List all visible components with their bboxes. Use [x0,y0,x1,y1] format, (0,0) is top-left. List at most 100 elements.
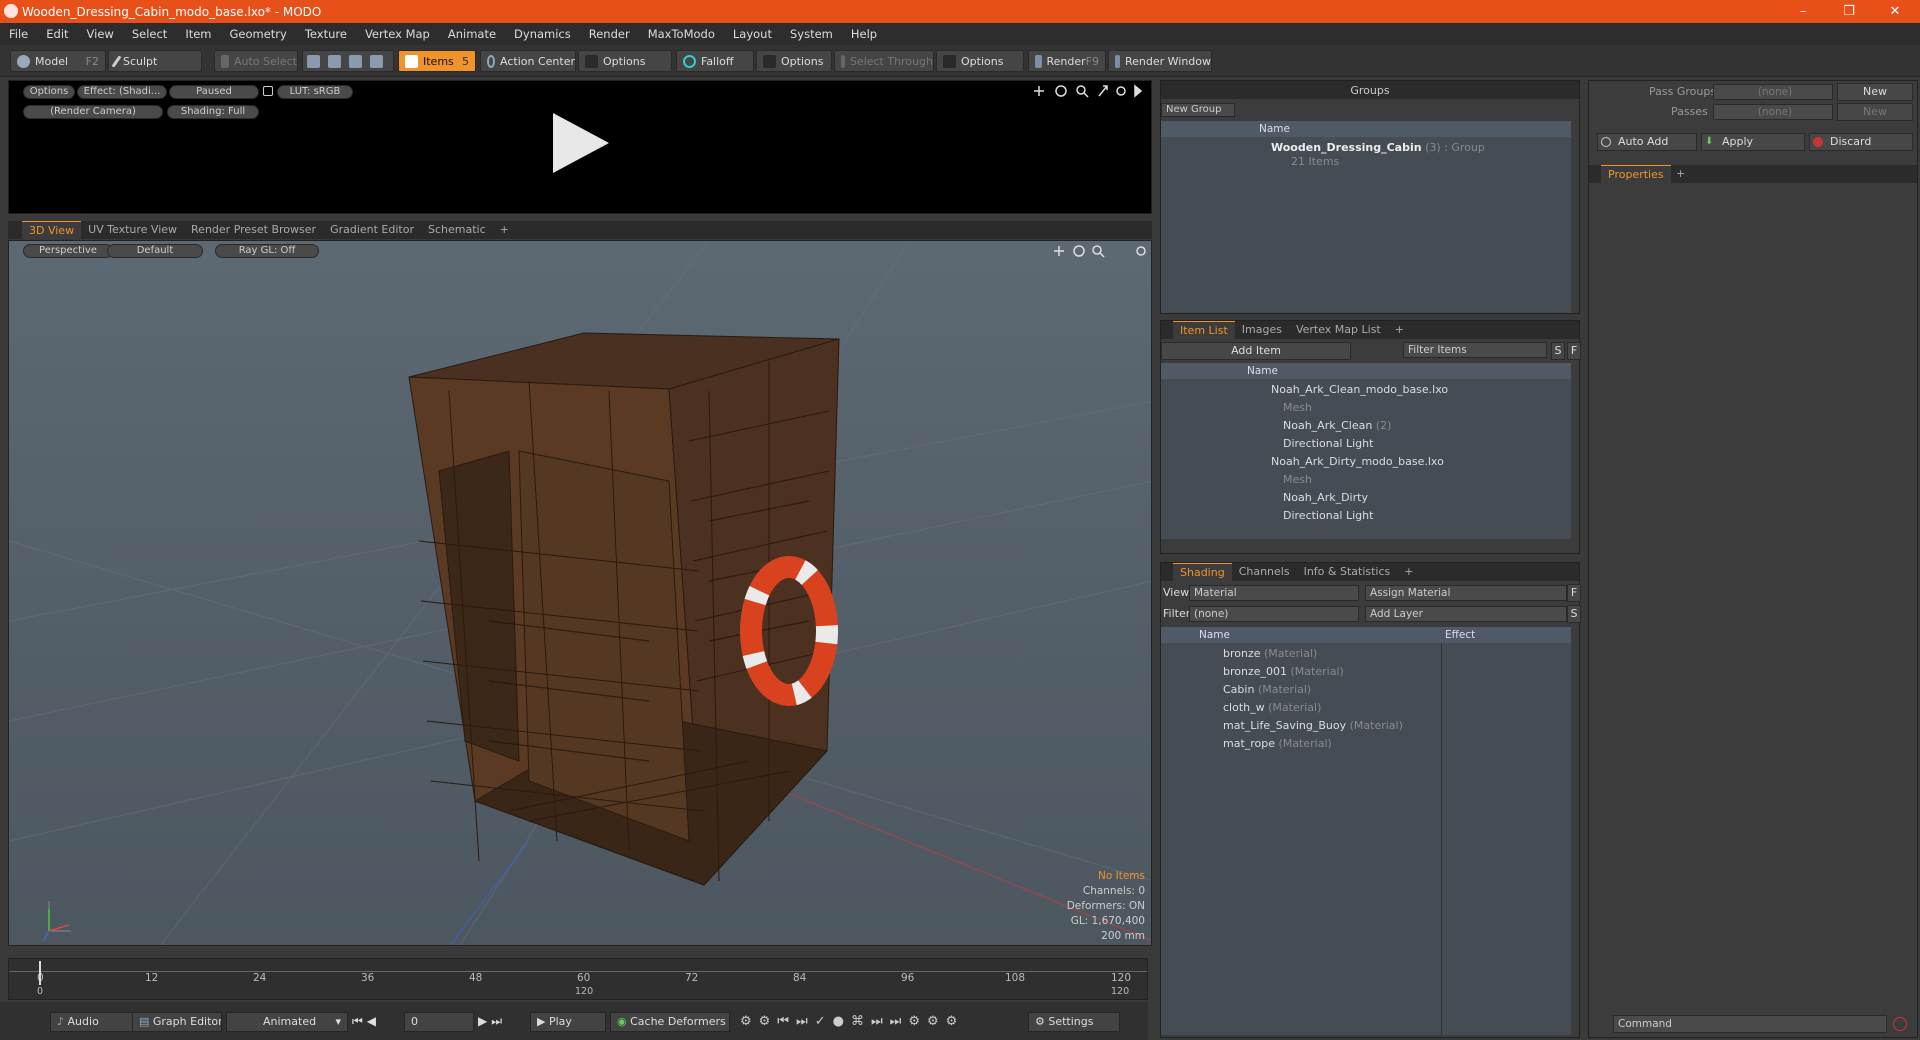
view-dropdown[interactable]: Material [1189,585,1359,601]
frame-nav-back[interactable]: ⏮◀ [352,1014,380,1029]
tab-images[interactable]: Images [1235,321,1289,339]
passes-dropdown[interactable]: (none) [1713,104,1833,120]
falloff-button[interactable]: Falloff [676,50,754,72]
menu-edit[interactable]: Edit [37,27,77,41]
auto-add-button[interactable]: Auto Add [1597,133,1697,151]
frame-field[interactable]: 0 [404,1012,474,1032]
gear-icon[interactable] [1116,86,1126,96]
add-layer-dropdown[interactable]: Add Layer [1365,606,1567,622]
discard-button[interactable]: Discard [1809,133,1913,151]
assign-material-button[interactable]: Assign Material [1365,585,1567,601]
pass-groups-dropdown[interactable]: (none) [1713,84,1833,100]
frame-nav-forward[interactable]: ▶⏭ [478,1014,506,1029]
command-input[interactable]: Command [1613,1015,1887,1033]
menu-item[interactable]: Item [176,27,220,41]
render-preview[interactable]: Options Effect: (Shadi... Paused LUT: sR… [8,80,1152,214]
preview-options-button[interactable]: Options [23,85,75,99]
falloff-options-button[interactable]: Options [756,50,832,72]
shader-row[interactable]: bronze (Material) [1223,645,1317,663]
filter-dropdown[interactable]: (none) [1189,606,1359,622]
add-tab-button[interactable]: + [1388,321,1411,339]
item-row[interactable]: Noah_Ark_Dirty_modo_base.lxo [1271,453,1444,471]
move-icon[interactable] [1034,86,1044,96]
item-row[interactable]: Noah_Ark_Clean_modo_base.lxo [1271,381,1448,399]
item-row[interactable]: Noah_Ark_Clean (2) [1283,417,1391,435]
lut-dropdown[interactable]: LUT: sRGB [277,85,353,99]
edge-mode-icon[interactable] [328,54,341,68]
menu-animate[interactable]: Animate [439,27,505,41]
maximize-icon[interactable] [1098,85,1108,97]
menu-system[interactable]: System [781,27,842,41]
add-tab-button[interactable]: + [1669,165,1692,183]
add-tab-button[interactable]: + [1397,563,1420,581]
zoom-icon[interactable] [1076,85,1086,95]
tab-uv-texture-view[interactable]: UV Texture View [81,221,184,239]
material-mode-icon[interactable] [370,54,383,68]
animated-dropdown[interactable]: Animated ▾ [226,1012,348,1032]
render-window-button[interactable]: Render Window [1108,50,1212,72]
item-row[interactable]: Mesh [1283,399,1312,417]
items-mode-button[interactable]: Items 5 [398,50,476,72]
apply-button[interactable]: Apply [1701,133,1805,151]
shader-row[interactable]: cloth_w (Material) [1223,699,1321,717]
item-row[interactable]: Mesh [1283,471,1312,489]
auto-select-button[interactable]: Auto Select [214,50,298,72]
new-group-button[interactable]: New Group [1161,103,1235,117]
action-center-options-button[interactable]: Options [578,50,672,72]
shader-row[interactable]: mat_rope (Material) [1223,735,1332,753]
polygon-mode-icon[interactable] [349,54,362,68]
shader-row[interactable]: mat_Life_Saving_Buoy (Material) [1223,717,1403,735]
menu-geometry[interactable]: Geometry [221,27,296,41]
close-button[interactable]: ✕ [1872,0,1918,23]
shader-row[interactable]: Cabin (Material) [1223,681,1311,699]
sculpt-mode-button[interactable]: Sculpt [108,50,202,72]
select-through-button[interactable]: Select Through [834,50,934,72]
shader-row[interactable]: bronze_001 (Material) [1223,663,1344,681]
add-item-dropdown[interactable]: Add Item [1161,342,1351,360]
model-mode-button[interactable]: Model F2 [10,50,106,72]
command-stop-icon[interactable] [1893,1017,1907,1031]
menu-maxtomodo[interactable]: MaxToModo [639,27,724,41]
restore-button[interactable]: ❐ [1826,0,1872,23]
audio-button[interactable]: ♪ Audio [50,1012,134,1032]
tab-vertex-map-list[interactable]: Vertex Map List [1289,321,1388,339]
preview-effect-dropdown[interactable]: Effect: (Shadi... [77,85,167,99]
play-button[interactable]: ▶ Play [530,1012,606,1032]
tab-item-list[interactable]: Item List [1173,321,1235,339]
tab-info-statistics[interactable]: Info & Statistics [1297,563,1398,581]
play-icon[interactable] [545,109,615,179]
menu-view[interactable]: View [78,27,123,41]
menu-dynamics[interactable]: Dynamics [505,27,580,41]
menu-layout[interactable]: Layout [724,27,781,41]
graph-editor-button[interactable]: ▤ Graph Editor [132,1012,222,1032]
shading-f-button[interactable]: F [1567,584,1581,602]
play-small-icon[interactable] [1134,84,1143,98]
item-row[interactable]: Noah_Ark_Dirty [1283,489,1368,507]
playback-tool-icons[interactable]: ⚙⚙⏮⏭✓●⌘⏭⏭⚙⚙⚙ [740,1014,964,1029]
menu-select[interactable]: Select [123,27,176,41]
select-through-options-button[interactable]: Options [936,50,1024,72]
shading-dropdown[interactable]: Shading: Full [167,105,259,119]
vertex-mode-icon[interactable] [307,54,320,68]
render-button[interactable]: Render F9 [1028,50,1106,72]
new-pass-group-button[interactable]: New [1837,83,1913,101]
menu-render[interactable]: Render [580,27,639,41]
item-row[interactable]: Directional Light [1283,507,1373,525]
tab-schematic[interactable]: Schematic [421,221,493,239]
rotate-icon[interactable] [1055,85,1067,97]
shading-s-button[interactable]: S [1567,605,1581,623]
menu-texture[interactable]: Texture [296,27,356,41]
3d-viewport[interactable]: Perspective Default Ray GL: Off No Items… [8,240,1152,946]
minimize-button[interactable]: – [1780,0,1826,23]
tab-3d-view[interactable]: 3D View [22,221,82,239]
tab-shading[interactable]: Shading [1173,563,1232,581]
filter-f-button[interactable]: F [1567,342,1581,360]
add-tab-button[interactable]: + [493,221,516,239]
new-pass-button[interactable]: New [1837,103,1913,121]
timeline-playhead[interactable] [39,961,41,985]
timeline[interactable]: 0 12 24 36 48 60 72 84 96 108 120 0 120 … [8,958,1148,1000]
filter-items-input[interactable]: Filter Items [1403,342,1547,358]
action-center-button[interactable]: Action Center [480,50,576,72]
preview-paused-button[interactable]: Paused [169,85,259,99]
menu-help[interactable]: Help [842,27,886,41]
